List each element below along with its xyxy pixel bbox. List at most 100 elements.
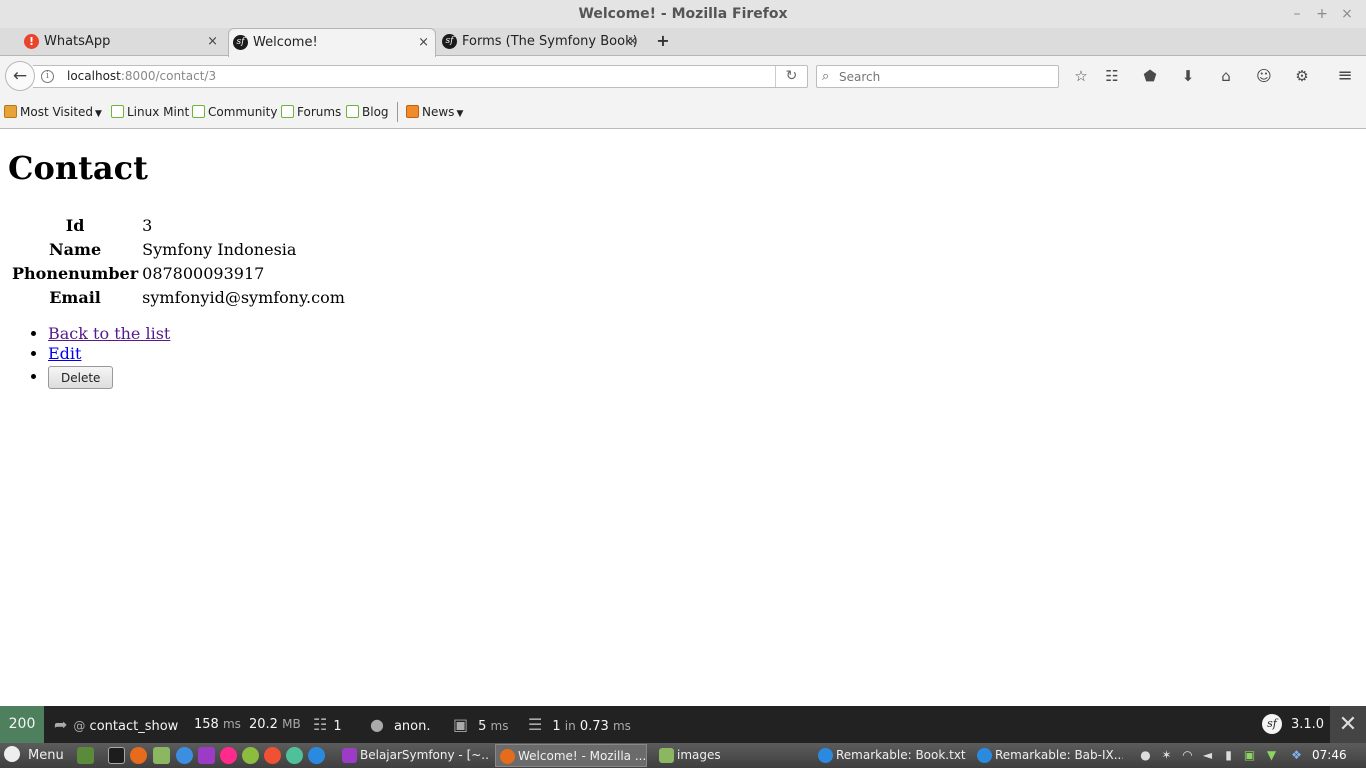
hamburger-menu-icon[interactable]: ≡ (1334, 65, 1356, 87)
task-remarkable-book[interactable]: Remarkable: Book.txt (814, 744, 966, 767)
phpstorm-icon[interactable] (198, 747, 215, 764)
mint-icon (111, 105, 124, 118)
volume-icon[interactable]: ◄ (1200, 747, 1215, 763)
tab-forms-symfony-book[interactable]: sf Forms (The Symfony Book) × (438, 28, 644, 56)
tab-whatsapp[interactable]: ! WhatsApp × (20, 28, 224, 56)
table-row: Id 3 (11, 214, 346, 236)
url-text[interactable]: localhost:8000/contact/3 (67, 66, 216, 87)
git-icon[interactable] (264, 747, 281, 764)
chrome-icon[interactable] (176, 747, 193, 764)
rss-icon (406, 105, 419, 118)
route-panel[interactable]: ➦ @ contact_show (54, 706, 178, 743)
task-label: images (677, 748, 721, 762)
firefox-icon[interactable] (130, 747, 147, 764)
minimize-button[interactable]: – (1287, 4, 1307, 24)
forms-panel[interactable]: ☷ 1 (313, 706, 342, 743)
menu-label: Menu (28, 748, 64, 763)
database-icon: ☰ (528, 715, 543, 734)
bookmark-label: Linux Mint (127, 105, 190, 119)
url-bar[interactable]: i localhost:8000/contact/3 ↻ (33, 65, 808, 88)
db-time: 0.73 (579, 719, 609, 734)
twig-value: 5 (478, 719, 487, 734)
new-tab-button[interactable]: + (654, 32, 672, 50)
bookmark-linux-mint[interactable]: Linux Mint (111, 104, 189, 121)
bookmark-forums[interactable]: Forums (281, 104, 341, 121)
wifi-icon[interactable]: ◠ (1180, 747, 1195, 763)
task-remarkable-bab[interactable]: Remarkable: Bab-IX... (973, 744, 1123, 767)
download-icon[interactable]: ⬇ (1177, 65, 1199, 87)
task-belajarsymfony[interactable]: BelajarSymfony - [~... (338, 744, 488, 767)
field-label: Name (49, 239, 102, 259)
site-info-icon[interactable]: i (41, 70, 54, 83)
reading-list-icon[interactable]: ☷ (1101, 65, 1123, 87)
security-panel[interactable]: ● anon. (370, 706, 431, 743)
forms-count: 1 (333, 719, 342, 734)
bookmark-label: Community (208, 105, 278, 119)
template-icon: ▣ (453, 715, 469, 734)
bookmark-label: Most Visited (20, 105, 94, 119)
bookmark-star-icon[interactable]: ☆ (1070, 65, 1092, 87)
system-taskbar: Menu BelajarSymfony - [~... Welcome! - M… (0, 743, 1366, 768)
search-bar[interactable]: ⌕ (816, 65, 1059, 88)
hello-icon[interactable]: ☺ (1253, 65, 1275, 87)
field-value: 3 (142, 215, 153, 235)
close-window-button[interactable]: × (1337, 4, 1357, 24)
edit-link[interactable]: Edit (48, 344, 81, 363)
home-icon[interactable]: ⌂ (1215, 65, 1237, 87)
files-icon[interactable] (153, 747, 170, 764)
app-icon[interactable] (286, 747, 303, 764)
close-tab-icon[interactable]: × (627, 28, 638, 55)
tab-label: Welcome! (253, 35, 318, 50)
battery-icon[interactable]: ▮ (1221, 747, 1236, 763)
route-name: contact_show (89, 719, 179, 734)
task-images-folder[interactable]: images (655, 744, 810, 767)
chevron-down-icon: ▼ (456, 109, 464, 119)
contact-details-table: Id 3 Name Symfony Indonesia Phonenumber … (9, 212, 348, 310)
task-firefox-welcome[interactable]: Welcome! - Mozilla ... (495, 744, 647, 767)
memory-panel[interactable]: 20.2 MB (249, 706, 301, 743)
flickr-icon[interactable] (220, 747, 237, 764)
task-label: Remarkable: Bab-IX... (995, 748, 1123, 762)
symfony-version-panel[interactable]: sf 3.1.0 (1262, 706, 1324, 743)
update-icon[interactable]: ▣ (1242, 747, 1257, 763)
close-tab-icon[interactable]: × (418, 29, 429, 56)
close-tab-icon[interactable]: × (207, 28, 218, 55)
dropbox-icon[interactable]: ❖ (1289, 747, 1304, 763)
page-content: Contact Id 3 Name Symfony Indonesia Phon… (0, 129, 1366, 706)
close-toolbar-icon[interactable]: ✕ (1330, 706, 1366, 743)
terminal-icon[interactable] (108, 747, 125, 764)
clock[interactable]: 07:46 (1312, 743, 1347, 768)
field-value: Symfony Indonesia (142, 239, 297, 259)
pocket-icon[interactable]: ⬟ (1139, 65, 1161, 87)
twig-panel[interactable]: ▣ 5 ms (453, 706, 509, 743)
android-icon[interactable] (242, 747, 259, 764)
extension-icon[interactable]: ⚙ (1291, 65, 1313, 87)
bookmark-news[interactable]: News ▼ (406, 104, 463, 121)
field-label: Phonenumber (12, 263, 139, 283)
tab-welcome[interactable]: sf Welcome! × (228, 28, 436, 57)
show-desktop-icon[interactable] (77, 747, 94, 764)
user-icon[interactable]: ● (1138, 747, 1153, 763)
status-code-badge[interactable]: 200 (0, 706, 44, 743)
time-panel[interactable]: 158 ms (194, 706, 241, 743)
bluetooth-icon[interactable]: ✶ (1159, 747, 1174, 763)
phpstorm-icon (342, 748, 357, 763)
field-label: Id (65, 215, 85, 235)
back-button[interactable]: ← (5, 61, 35, 91)
shield-icon[interactable]: ▼ (1264, 747, 1279, 763)
bookmark-community[interactable]: Community (192, 104, 277, 121)
mint-icon (346, 105, 359, 118)
delete-button[interactable]: Delete (48, 366, 114, 389)
bookmark-blog[interactable]: Blog (346, 104, 389, 121)
bookmark-most-visited[interactable]: Most Visited ▼ (4, 104, 102, 121)
database-panel[interactable]: ☰ 1 in 0.73 ms (528, 706, 631, 743)
start-menu-button[interactable]: Menu (4, 743, 64, 768)
search-input[interactable] (839, 67, 1049, 86)
back-to-list-link[interactable]: Back to the list (48, 324, 170, 343)
list-item: Back to the list (48, 324, 170, 344)
twig-unit: ms (490, 719, 509, 733)
maximize-button[interactable]: + (1312, 4, 1332, 24)
remarkable-icon[interactable] (308, 747, 325, 764)
navigation-toolbar: i localhost:8000/contact/3 ↻ ← ⌕ ☆ ☷ ⬟ ⬇… (0, 56, 1366, 96)
reload-icon[interactable]: ↻ (775, 66, 807, 87)
